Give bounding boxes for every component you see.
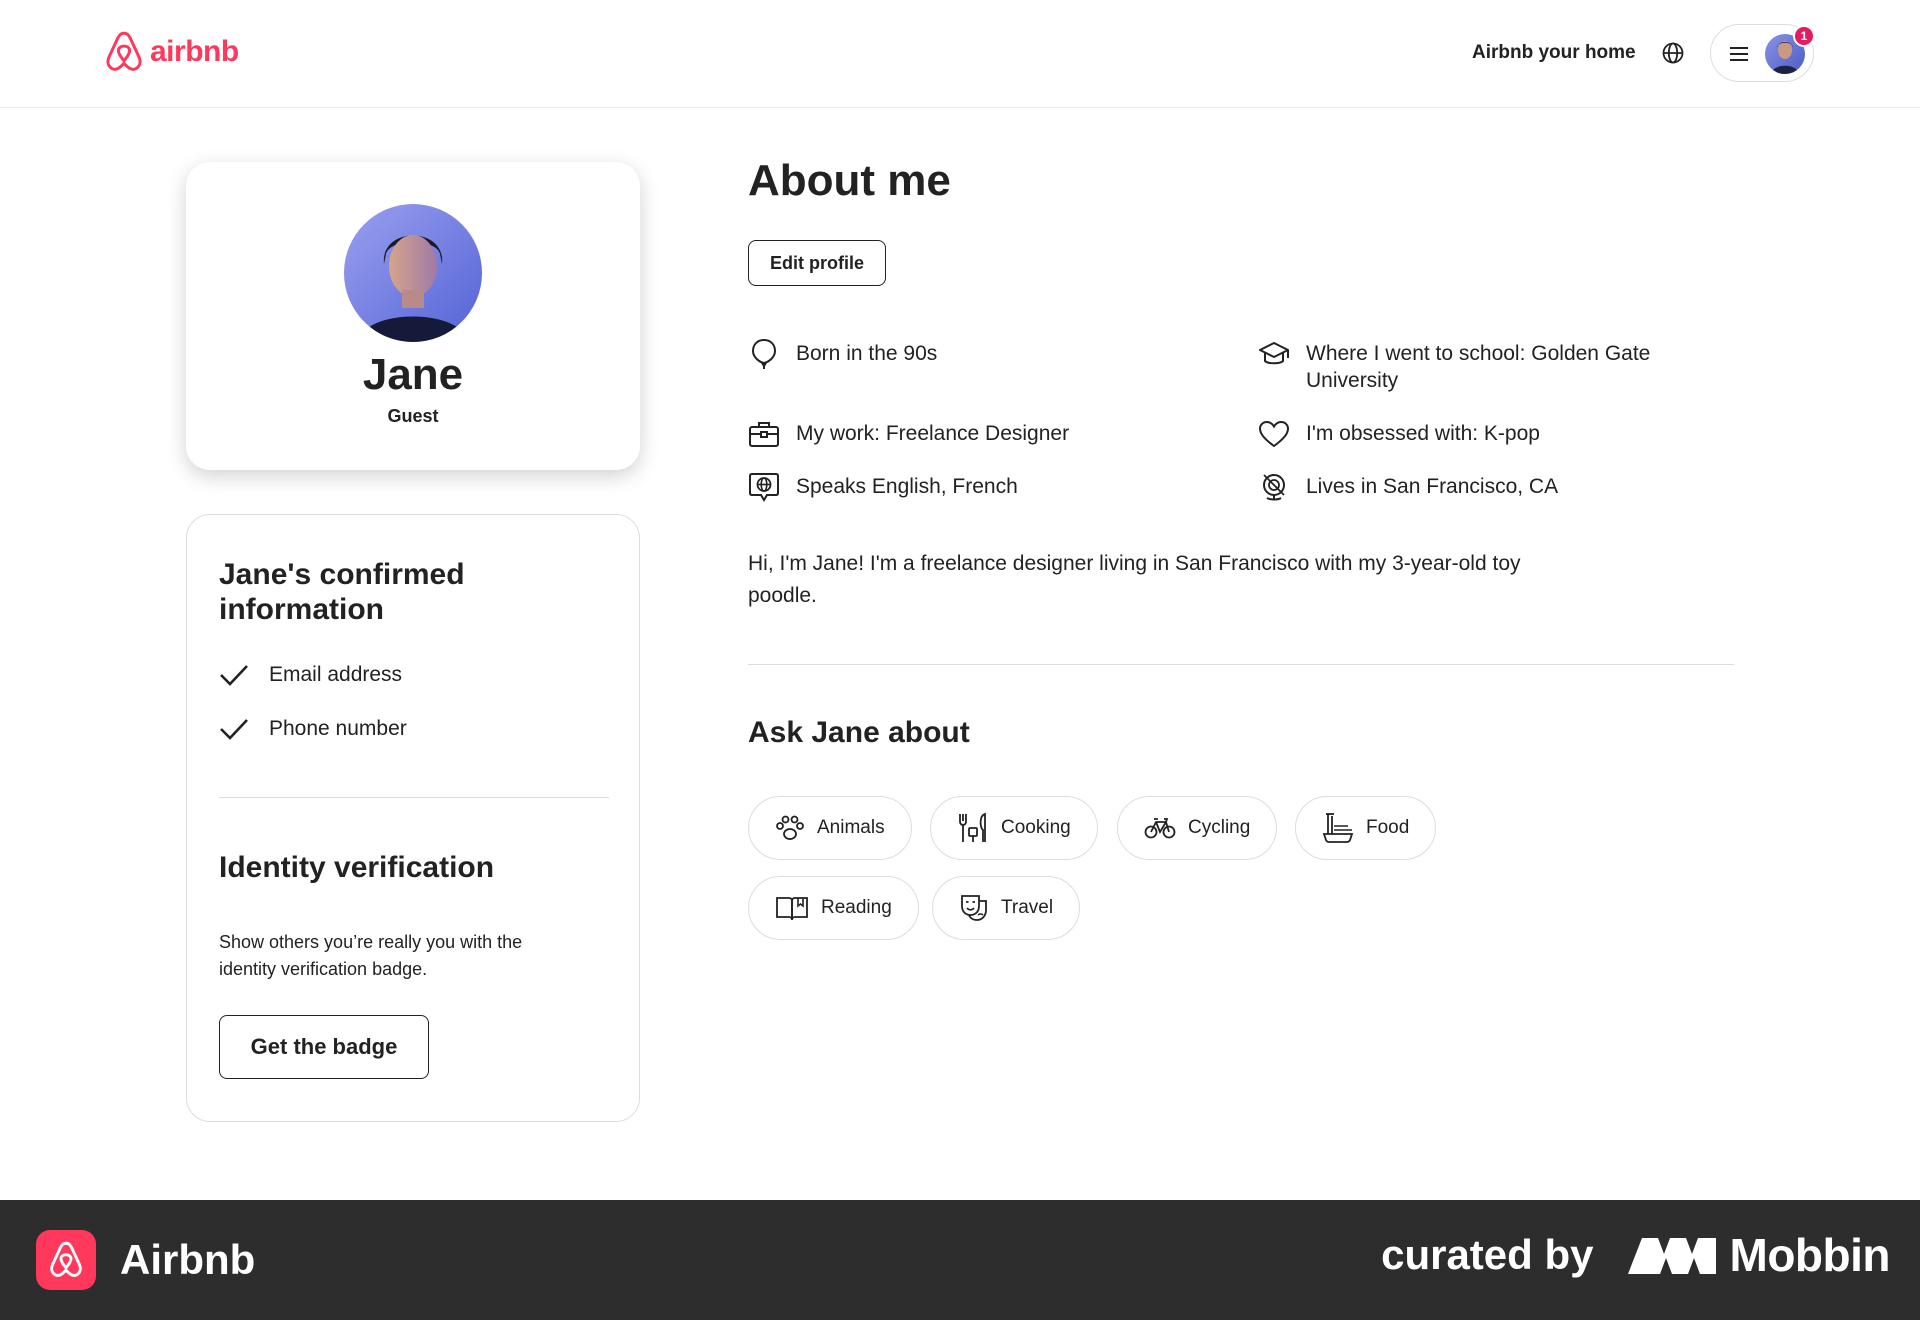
balloon-icon xyxy=(748,338,780,370)
banner-app-name: Airbnb xyxy=(120,1236,256,1283)
edit-profile-button[interactable]: Edit profile xyxy=(748,240,886,286)
topic-label: Reading xyxy=(821,897,892,918)
checkmark-icon xyxy=(220,665,248,686)
bio-text: Hi, I'm Jane! I'm a freelance designer l… xyxy=(748,552,1521,607)
about-fact-text: Lives in San Francisco, CA xyxy=(1306,475,1559,498)
identity-verification-description: Show others you’re really you with the i… xyxy=(219,932,523,979)
ask-about-title: Ask Jane about xyxy=(748,716,970,749)
about-fact-text: Where I went to school: Golden Gate Univ… xyxy=(1306,342,1651,392)
topic-chip-reading[interactable]: Reading xyxy=(748,876,919,940)
banner-credit: curated by Mobbin xyxy=(1381,1228,1890,1282)
mobbin-logo-icon xyxy=(1627,1238,1716,1274)
checkmark-icon xyxy=(220,719,248,740)
confirmed-item-label: Phone number xyxy=(269,717,407,740)
identity-verification-title: Identity verification xyxy=(219,851,495,884)
topic-chip-cycling[interactable]: Cycling xyxy=(1117,796,1278,860)
mobbin-logo: Mobbin xyxy=(1627,1228,1891,1282)
paw-icon xyxy=(776,815,804,840)
airbnb-logo[interactable]: airbnb xyxy=(104,30,239,74)
topic-label: Food xyxy=(1366,817,1410,838)
speech-globe-icon xyxy=(748,471,780,503)
logo-text: airbnb xyxy=(150,35,239,68)
confirmed-item: Phone number xyxy=(219,717,407,741)
profile-card: Jane Guest xyxy=(186,162,640,470)
about-fact: Lives in San Francisco, CA xyxy=(1258,473,1698,503)
banner-app: Airbnb xyxy=(36,1230,255,1290)
topic-chip-animals[interactable]: Animals xyxy=(748,796,912,860)
location-globe-icon xyxy=(1258,471,1290,503)
heart-icon xyxy=(1258,418,1290,450)
confirmed-item: Email address xyxy=(219,663,402,687)
airbnb-app-icon xyxy=(36,1230,96,1290)
about-fact-text: Born in the 90s xyxy=(796,342,938,365)
language-button[interactable] xyxy=(1658,38,1688,68)
about-fact-text: Speaks English, French xyxy=(796,475,1018,498)
curated-by-text: curated by xyxy=(1381,1231,1594,1278)
hamburger-menu-icon xyxy=(1730,47,1748,61)
masks-icon xyxy=(961,895,987,921)
about-fact-text: I'm obsessed with: K-pop xyxy=(1306,422,1540,445)
divider xyxy=(748,664,1734,665)
airbnb-logo-icon xyxy=(106,31,142,71)
profile-role: Guest xyxy=(387,406,439,426)
notification-badge: 1 xyxy=(1793,25,1815,47)
confirmed-info-card: Jane's confirmed information Email addre… xyxy=(186,514,640,1122)
globe-icon xyxy=(1662,42,1684,64)
confirmed-item-label: Email address xyxy=(269,663,403,686)
profile-name: Jane xyxy=(362,350,464,399)
user-menu-button[interactable]: 1 xyxy=(1710,24,1815,82)
about-fact: My work: Freelance Designer xyxy=(748,420,1228,450)
get-badge-button[interactable]: Get the badge xyxy=(219,1015,429,1079)
about-title: About me xyxy=(748,156,951,205)
briefcase-icon xyxy=(748,418,780,450)
top-nav: airbnb Airbnb your home 1 xyxy=(0,0,1920,108)
noodles-icon xyxy=(1322,813,1354,843)
confirmed-info-title: Jane's confirmed information xyxy=(219,558,465,626)
book-icon xyxy=(776,897,808,921)
topic-label: Travel xyxy=(1001,897,1054,918)
topic-chip-travel[interactable]: Travel xyxy=(932,876,1081,940)
utensils-icon xyxy=(959,812,986,842)
topic-chip-cooking[interactable]: Cooking xyxy=(930,796,1098,860)
topic-chip-food[interactable]: Food xyxy=(1295,796,1437,860)
host-link[interactable]: Airbnb your home xyxy=(1472,42,1636,64)
about-fact: I'm obsessed with: K-pop xyxy=(1258,420,1698,450)
topic-label: Animals xyxy=(817,817,885,838)
topic-label: Cooking xyxy=(1001,817,1071,838)
about-fact: Speaks English, French xyxy=(748,473,1228,503)
bicycle-icon xyxy=(1144,818,1176,839)
divider xyxy=(219,797,609,798)
about-fact: Where I went to school: Golden Gate Univ… xyxy=(1258,340,1698,394)
about-fact-text: My work: Freelance Designer xyxy=(796,422,1070,445)
topic-label: Cycling xyxy=(1188,817,1251,838)
mobbin-brand-text: Mobbin xyxy=(1729,1229,1891,1281)
profile-photo xyxy=(344,204,482,342)
about-fact: Born in the 90s xyxy=(748,338,1228,370)
attribution-banner: Airbnb curated by Mobbin xyxy=(0,1200,1920,1320)
graduation-cap-icon xyxy=(1258,338,1290,370)
